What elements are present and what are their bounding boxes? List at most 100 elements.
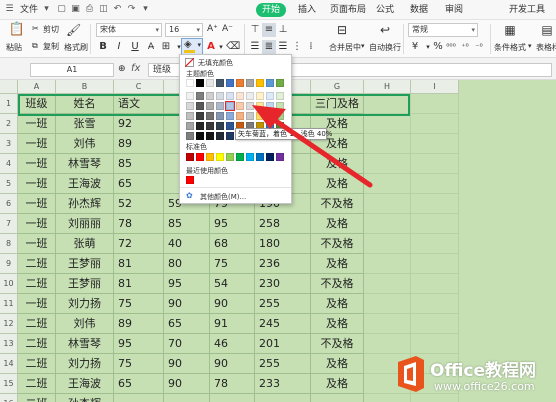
row-header[interactable]: 10	[0, 274, 18, 294]
table-cell[interactable]: 95	[114, 334, 164, 354]
theme-color-swatch[interactable]	[206, 112, 214, 120]
table-cell[interactable]: 236	[255, 254, 311, 274]
table-cell[interactable]: 230	[255, 274, 311, 294]
scissors-icon[interactable]: ✂	[32, 24, 39, 33]
standard-color-swatch[interactable]	[186, 153, 194, 161]
header-cell[interactable]: 语文	[114, 94, 164, 114]
table-cell[interactable]: 90	[164, 354, 210, 374]
italic-button[interactable]: I	[112, 40, 126, 54]
tab-formulas[interactable]: 公式	[376, 3, 394, 17]
zoom-icon[interactable]: ⊕	[118, 64, 126, 74]
table-cell[interactable]: 二班	[18, 394, 56, 402]
table-cell[interactable]: 及格	[311, 314, 364, 334]
table-cell[interactable]: 不及格	[311, 194, 364, 214]
table-cell[interactable]	[364, 194, 411, 214]
bold-button[interactable]: B	[96, 40, 110, 54]
table-cell[interactable]: 二班	[18, 334, 56, 354]
table-cell[interactable]: 孙杰辉	[56, 194, 114, 214]
theme-color-swatch[interactable]	[216, 79, 224, 87]
column-header-i[interactable]: I	[411, 80, 459, 94]
table-cell[interactable]	[411, 234, 459, 254]
fx-button[interactable]: fx	[131, 63, 140, 74]
table-cell[interactable]: 70	[164, 334, 210, 354]
fill-color-button[interactable]: ◈ ▾	[181, 38, 203, 55]
chevron-down-icon[interactable]: ▾	[361, 42, 365, 50]
table-cell[interactable]	[255, 394, 311, 402]
theme-color-swatch[interactable]	[246, 79, 254, 87]
table-cell[interactable]	[364, 254, 411, 274]
table-cell[interactable]: 91	[210, 314, 255, 334]
row-header[interactable]: 2	[0, 114, 18, 134]
conditional-format-icon[interactable]: ▦	[503, 23, 517, 37]
table-cell[interactable]: 255	[255, 354, 311, 374]
table-cell[interactable]: 不及格	[311, 234, 364, 254]
preview-icon[interactable]: ◫	[98, 4, 109, 15]
table-cell[interactable]	[364, 274, 411, 294]
table-cell[interactable]: 张萌	[56, 234, 114, 254]
theme-color-swatch[interactable]	[216, 92, 224, 100]
tab-data[interactable]: 数据	[410, 3, 428, 17]
table-cell[interactable]	[411, 214, 459, 234]
table-cell[interactable]: 不及格	[311, 334, 364, 354]
theme-color-swatch[interactable]	[206, 79, 214, 87]
row-header[interactable]: 1	[0, 94, 18, 114]
table-cell[interactable]: 89	[114, 314, 164, 334]
theme-color-swatch[interactable]	[196, 122, 204, 130]
theme-color-swatch[interactable]	[216, 102, 224, 110]
align-right-icon[interactable]: ☰	[276, 40, 290, 54]
decrease-decimal-icon[interactable]: ⁻⁰	[472, 40, 486, 54]
table-cell[interactable]: 52	[114, 194, 164, 214]
theme-color-swatch[interactable]	[256, 79, 264, 87]
table-cell[interactable]: 233	[255, 374, 311, 394]
hamburger-icon[interactable]: ☰	[4, 4, 15, 15]
theme-color-swatch[interactable]	[196, 102, 204, 110]
theme-color-swatch[interactable]	[186, 112, 194, 120]
header-cell[interactable]: 班级	[18, 94, 56, 114]
table-cell[interactable]: 二班	[18, 254, 56, 274]
table-cell[interactable]: 一班	[18, 154, 56, 174]
save-icon[interactable]: ▣	[70, 4, 81, 15]
column-header-a[interactable]: A	[18, 80, 56, 94]
theme-color-swatch[interactable]	[266, 79, 274, 87]
table-cell[interactable]: 78	[210, 374, 255, 394]
tab-insert[interactable]: 插入	[298, 3, 316, 17]
table-cell[interactable]: 201	[255, 334, 311, 354]
table-cell[interactable]: 95	[164, 274, 210, 294]
row-header[interactable]: 5	[0, 174, 18, 194]
print-icon[interactable]: ⎙	[84, 4, 95, 15]
chevron-down-icon[interactable]: ▾	[528, 42, 532, 50]
table-cell[interactable]: 二班	[18, 314, 56, 334]
conditional-format-button[interactable]: 条件格式	[494, 42, 526, 53]
table-cell[interactable]: 72	[114, 234, 164, 254]
table-cell[interactable]: 不及格	[311, 274, 364, 294]
table-cell[interactable]: 一班	[18, 234, 56, 254]
currency-button[interactable]: ¥	[408, 40, 422, 54]
theme-color-swatch[interactable]	[186, 92, 194, 100]
header-cell[interactable]	[411, 94, 459, 114]
select-all-corner[interactable]	[0, 80, 18, 94]
table-cell[interactable]	[164, 394, 210, 402]
align-top-icon[interactable]: ⊤	[248, 23, 262, 37]
theme-color-swatch[interactable]	[196, 79, 204, 87]
no-fill-icon[interactable]	[185, 58, 194, 67]
dropdown-icon[interactable]: ▾	[41, 4, 52, 15]
increase-decimal-icon[interactable]: ⁺⁰	[458, 40, 472, 54]
paste-icon[interactable]: 📋	[8, 23, 26, 39]
table-cell[interactable]	[411, 174, 459, 194]
undo-icon[interactable]: ↶	[112, 4, 123, 15]
cut-button[interactable]: 剪切	[43, 24, 59, 35]
row-header[interactable]: 16	[0, 394, 18, 402]
theme-color-swatch[interactable]	[276, 79, 284, 87]
merge-center-button[interactable]: 合并居中	[329, 42, 361, 53]
theme-color-swatch[interactable]	[196, 112, 204, 120]
table-cell[interactable]: 一班	[18, 214, 56, 234]
column-header-h[interactable]: H	[364, 80, 411, 94]
table-cell[interactable]	[364, 294, 411, 314]
table-style-icon[interactable]: ▤	[540, 23, 554, 37]
table-cell[interactable]: 68	[210, 234, 255, 254]
table-cell[interactable]: 及格	[311, 354, 364, 374]
table-style-button[interactable]: 表格样	[536, 42, 556, 53]
table-cell[interactable]	[411, 194, 459, 214]
table-cell[interactable]: 81	[114, 254, 164, 274]
table-cell[interactable]	[411, 314, 459, 334]
